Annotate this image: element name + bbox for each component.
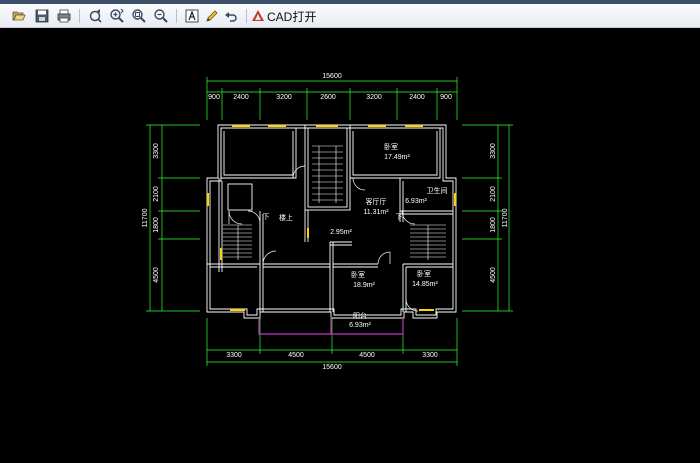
print-icon [57, 9, 71, 23]
living-label: 客厅厅 [366, 197, 387, 206]
bedroom-top-label: 卧室 [384, 142, 398, 151]
right-dimensions: 3300 2100 1800 4500 11700 [490, 143, 509, 283]
left-dim: 1800 [153, 217, 160, 233]
toolbar: CAD打开 [0, 4, 700, 28]
zoom-window-button[interactable] [130, 7, 148, 25]
pencil-button[interactable] [203, 7, 221, 25]
text-icon [185, 9, 199, 23]
zoom-in-button[interactable] [108, 7, 126, 25]
dimension-lines [146, 77, 513, 366]
right-dim: 2100 [490, 186, 497, 202]
open-folder-icon [12, 11, 26, 21]
left-dim: 2100 [153, 186, 160, 202]
top-dimensions: 15600 900 2400 3200 2600 3200 2400 900 [208, 73, 452, 101]
pan-icon [89, 9, 102, 23]
top-total-dim: 15600 [322, 73, 342, 80]
save-icon [35, 9, 49, 23]
bottom-dim: 4500 [288, 352, 304, 359]
small-area: 2.95m² [330, 229, 352, 236]
right-dim: 3300 [490, 143, 497, 159]
floor-plan-drawing: 15600 900 2400 3200 2600 3200 2400 900 3… [142, 73, 513, 371]
bedroom-right-area: 14.85m² [412, 281, 438, 288]
bedroom-top-area: 17.49m² [384, 154, 410, 161]
print-button[interactable] [55, 7, 73, 25]
pan-button[interactable] [86, 7, 104, 25]
top-dim: 2600 [320, 94, 336, 101]
undo-button[interactable] [222, 7, 240, 25]
toolbar-separator [79, 9, 80, 23]
bedroom-mid-label: 卧室 [351, 270, 365, 279]
left-dimensions: 11700 3300 2100 1800 4500 [142, 143, 160, 283]
bottom-dim: 3300 [226, 352, 242, 359]
bedroom-mid-area: 18.9m² [353, 282, 375, 289]
toolbar-separator [176, 9, 177, 23]
stair-down-left-label: 下 [263, 213, 270, 221]
walls [206, 124, 457, 319]
toolbar-separator [246, 9, 247, 23]
top-dim: 900 [208, 94, 220, 101]
zoom-window-icon [132, 9, 146, 23]
top-dim: 2400 [409, 94, 425, 101]
save-button[interactable] [33, 7, 51, 25]
bedroom-right-label: 卧室 [417, 269, 431, 278]
top-dim: 3200 [276, 94, 292, 101]
right-total-dim: 11700 [502, 208, 509, 227]
bathroom-area: 6.93m² [405, 198, 427, 205]
right-dim: 1800 [490, 217, 497, 233]
right-dim: 4500 [490, 267, 497, 283]
stair-up-label: 楼上 [279, 213, 293, 222]
cad-viewer-window: CAD打开 15600 900 2400 3200 2600 3200 2400… [0, 0, 700, 463]
top-dim: 900 [440, 94, 452, 101]
zoom-in-icon [110, 8, 124, 23]
room-labels: 卧室 17.49m² 卫生间 6.93m² 客厅厅 11.31m² 2.95m²… [263, 142, 448, 329]
top-dim: 2400 [233, 94, 249, 101]
left-dim: 3300 [153, 143, 160, 159]
bathroom-label: 卫生间 [427, 186, 448, 195]
balcony-label: 阳台 [353, 311, 367, 320]
bottom-dim: 4500 [359, 352, 375, 359]
zoom-out-icon [154, 9, 168, 23]
living-area: 11.31m² [363, 209, 389, 216]
pencil-icon [206, 10, 218, 22]
text-button[interactable] [183, 7, 201, 25]
balcony-rail [258, 317, 404, 335]
top-dim: 3200 [366, 94, 382, 101]
left-dim: 4500 [153, 267, 160, 283]
cad-logo-icon [252, 10, 264, 21]
drawing-canvas[interactable]: 15600 900 2400 3200 2600 3200 2400 900 3… [0, 28, 700, 463]
zoom-out-button[interactable] [152, 7, 170, 25]
balcony-area: 6.93m² [349, 322, 371, 329]
bottom-total-dim: 15600 [322, 364, 342, 371]
open-folder-button[interactable] [10, 7, 28, 25]
cad-open-label: CAD打开 [267, 9, 317, 24]
cad-open-button[interactable]: CAD打开 [251, 7, 319, 25]
stair-down-right-label: 下 [396, 213, 403, 221]
left-total-dim: 11700 [142, 208, 149, 227]
undo-icon [225, 12, 237, 22]
bottom-dim: 3300 [422, 352, 438, 359]
bottom-dimensions: 3300 4500 4500 3300 15600 [226, 352, 438, 371]
